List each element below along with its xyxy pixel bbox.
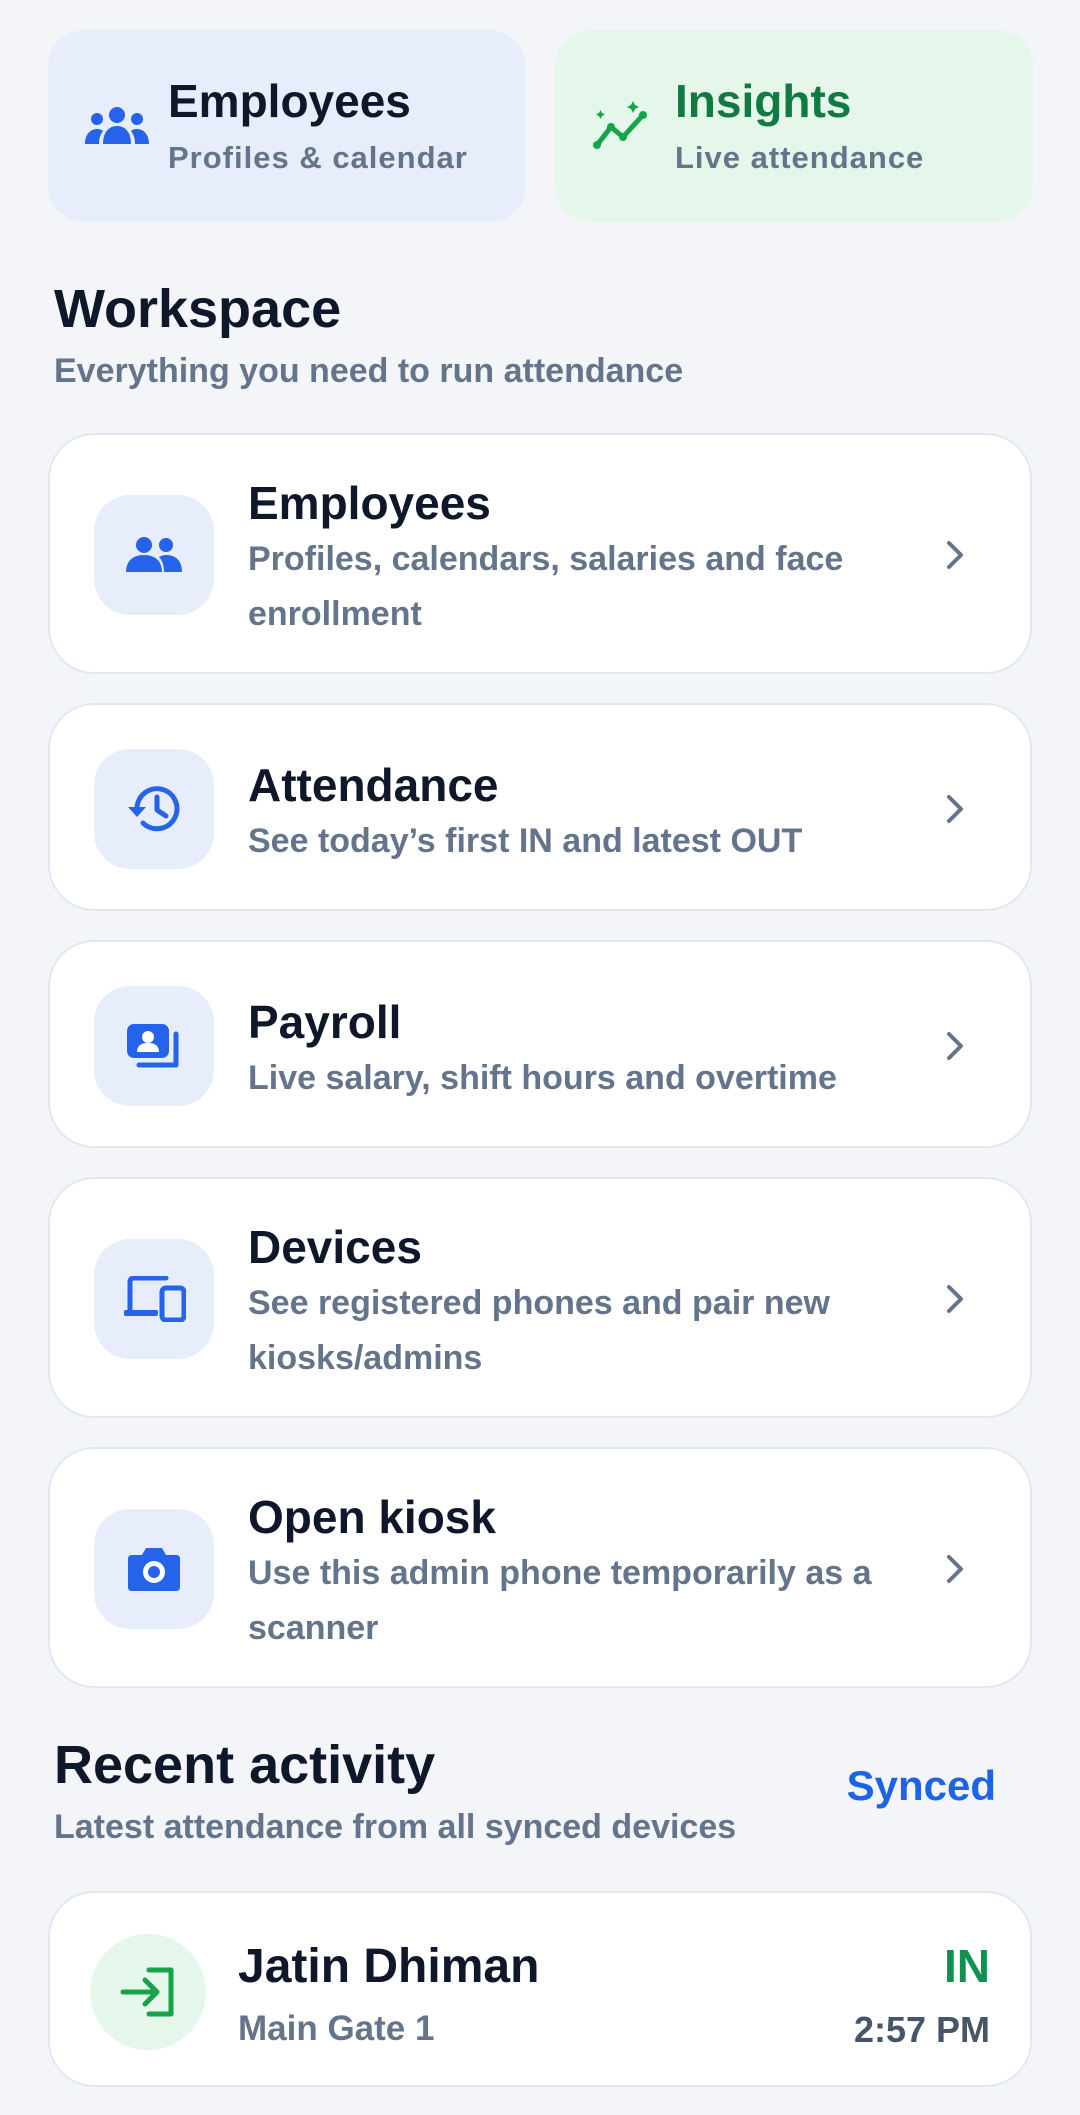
sync-status[interactable]: Synced [847, 1762, 996, 1810]
workspace-title: Workspace [54, 279, 342, 339]
workspace-item-attendance[interactable]: Attendance See today’s first IN and late… [48, 703, 1032, 911]
recent-activity-title: Recent activity [54, 1735, 436, 1795]
activity-employee-name: Jatin Dhiman [238, 1940, 540, 1993]
workspace-item-title: Payroll [248, 996, 402, 1048]
workspace-item-desc: Use this admin phone temporarily as a sc… [248, 1553, 872, 1647]
chevron-right-icon [940, 1279, 970, 1319]
workspace-item-desc: Profiles, calendars, salaries and face e… [248, 539, 844, 633]
sparkle-chart-icon [591, 93, 657, 159]
camera-icon [94, 1509, 214, 1629]
payroll-card-icon [94, 986, 214, 1106]
chevron-right-icon [940, 789, 970, 829]
employees-tile-subtitle: Profiles & calendar [168, 140, 468, 176]
workspace-item-employees[interactable]: Employees Profiles, calendars, salaries … [48, 433, 1032, 674]
chevron-right-icon [940, 1549, 970, 1589]
devices-icon [94, 1239, 214, 1359]
recent-activity-subtitle: Latest attendance from all synced device… [54, 1808, 737, 1846]
workspace-item-open-kiosk[interactable]: Open kiosk Use this admin phone temporar… [48, 1447, 1032, 1688]
workspace-item-title: Open kiosk [248, 1491, 496, 1543]
login-icon [90, 1934, 206, 2050]
activity-location: Main Gate 1 [238, 2009, 435, 2048]
workspace-subtitle: Everything you need to run attendance [54, 352, 684, 390]
workspace-item-desc: Live salary, shift hours and overtime [248, 1058, 837, 1097]
insights-tile-title: Insights [675, 74, 852, 127]
workspace-item-title: Attendance [248, 759, 499, 811]
insights-quick-tile[interactable]: Insights Live attendance [555, 30, 1033, 222]
admin-dashboard: Employees Profiles & calendar Insights L… [0, 0, 1080, 2115]
employees-quick-tile[interactable]: Employees Profiles & calendar [48, 30, 526, 222]
workspace-item-desc: See registered phones and pair new kiosk… [248, 1283, 830, 1377]
people-icon [94, 495, 214, 615]
chevron-right-icon [940, 535, 970, 575]
activity-row[interactable]: Jatin Dhiman Main Gate 1 IN 2:57 PM [48, 1891, 1032, 2087]
workspace-item-devices[interactable]: Devices See registered phones and pair n… [48, 1177, 1032, 1418]
people-icon [84, 93, 150, 159]
activity-status-badge: IN [944, 1940, 990, 1992]
workspace-item-payroll[interactable]: Payroll Live salary, shift hours and ove… [48, 940, 1032, 1148]
employees-tile-title: Employees [168, 74, 411, 127]
insights-tile-subtitle: Live attendance [675, 140, 925, 176]
workspace-item-title: Employees [248, 477, 491, 529]
workspace-item-desc: See today’s first IN and latest OUT [248, 821, 803, 860]
history-clock-icon [94, 749, 214, 869]
chevron-right-icon [940, 1026, 970, 1066]
workspace-item-title: Devices [248, 1221, 422, 1273]
activity-time: 2:57 PM [853, 2009, 990, 2050]
